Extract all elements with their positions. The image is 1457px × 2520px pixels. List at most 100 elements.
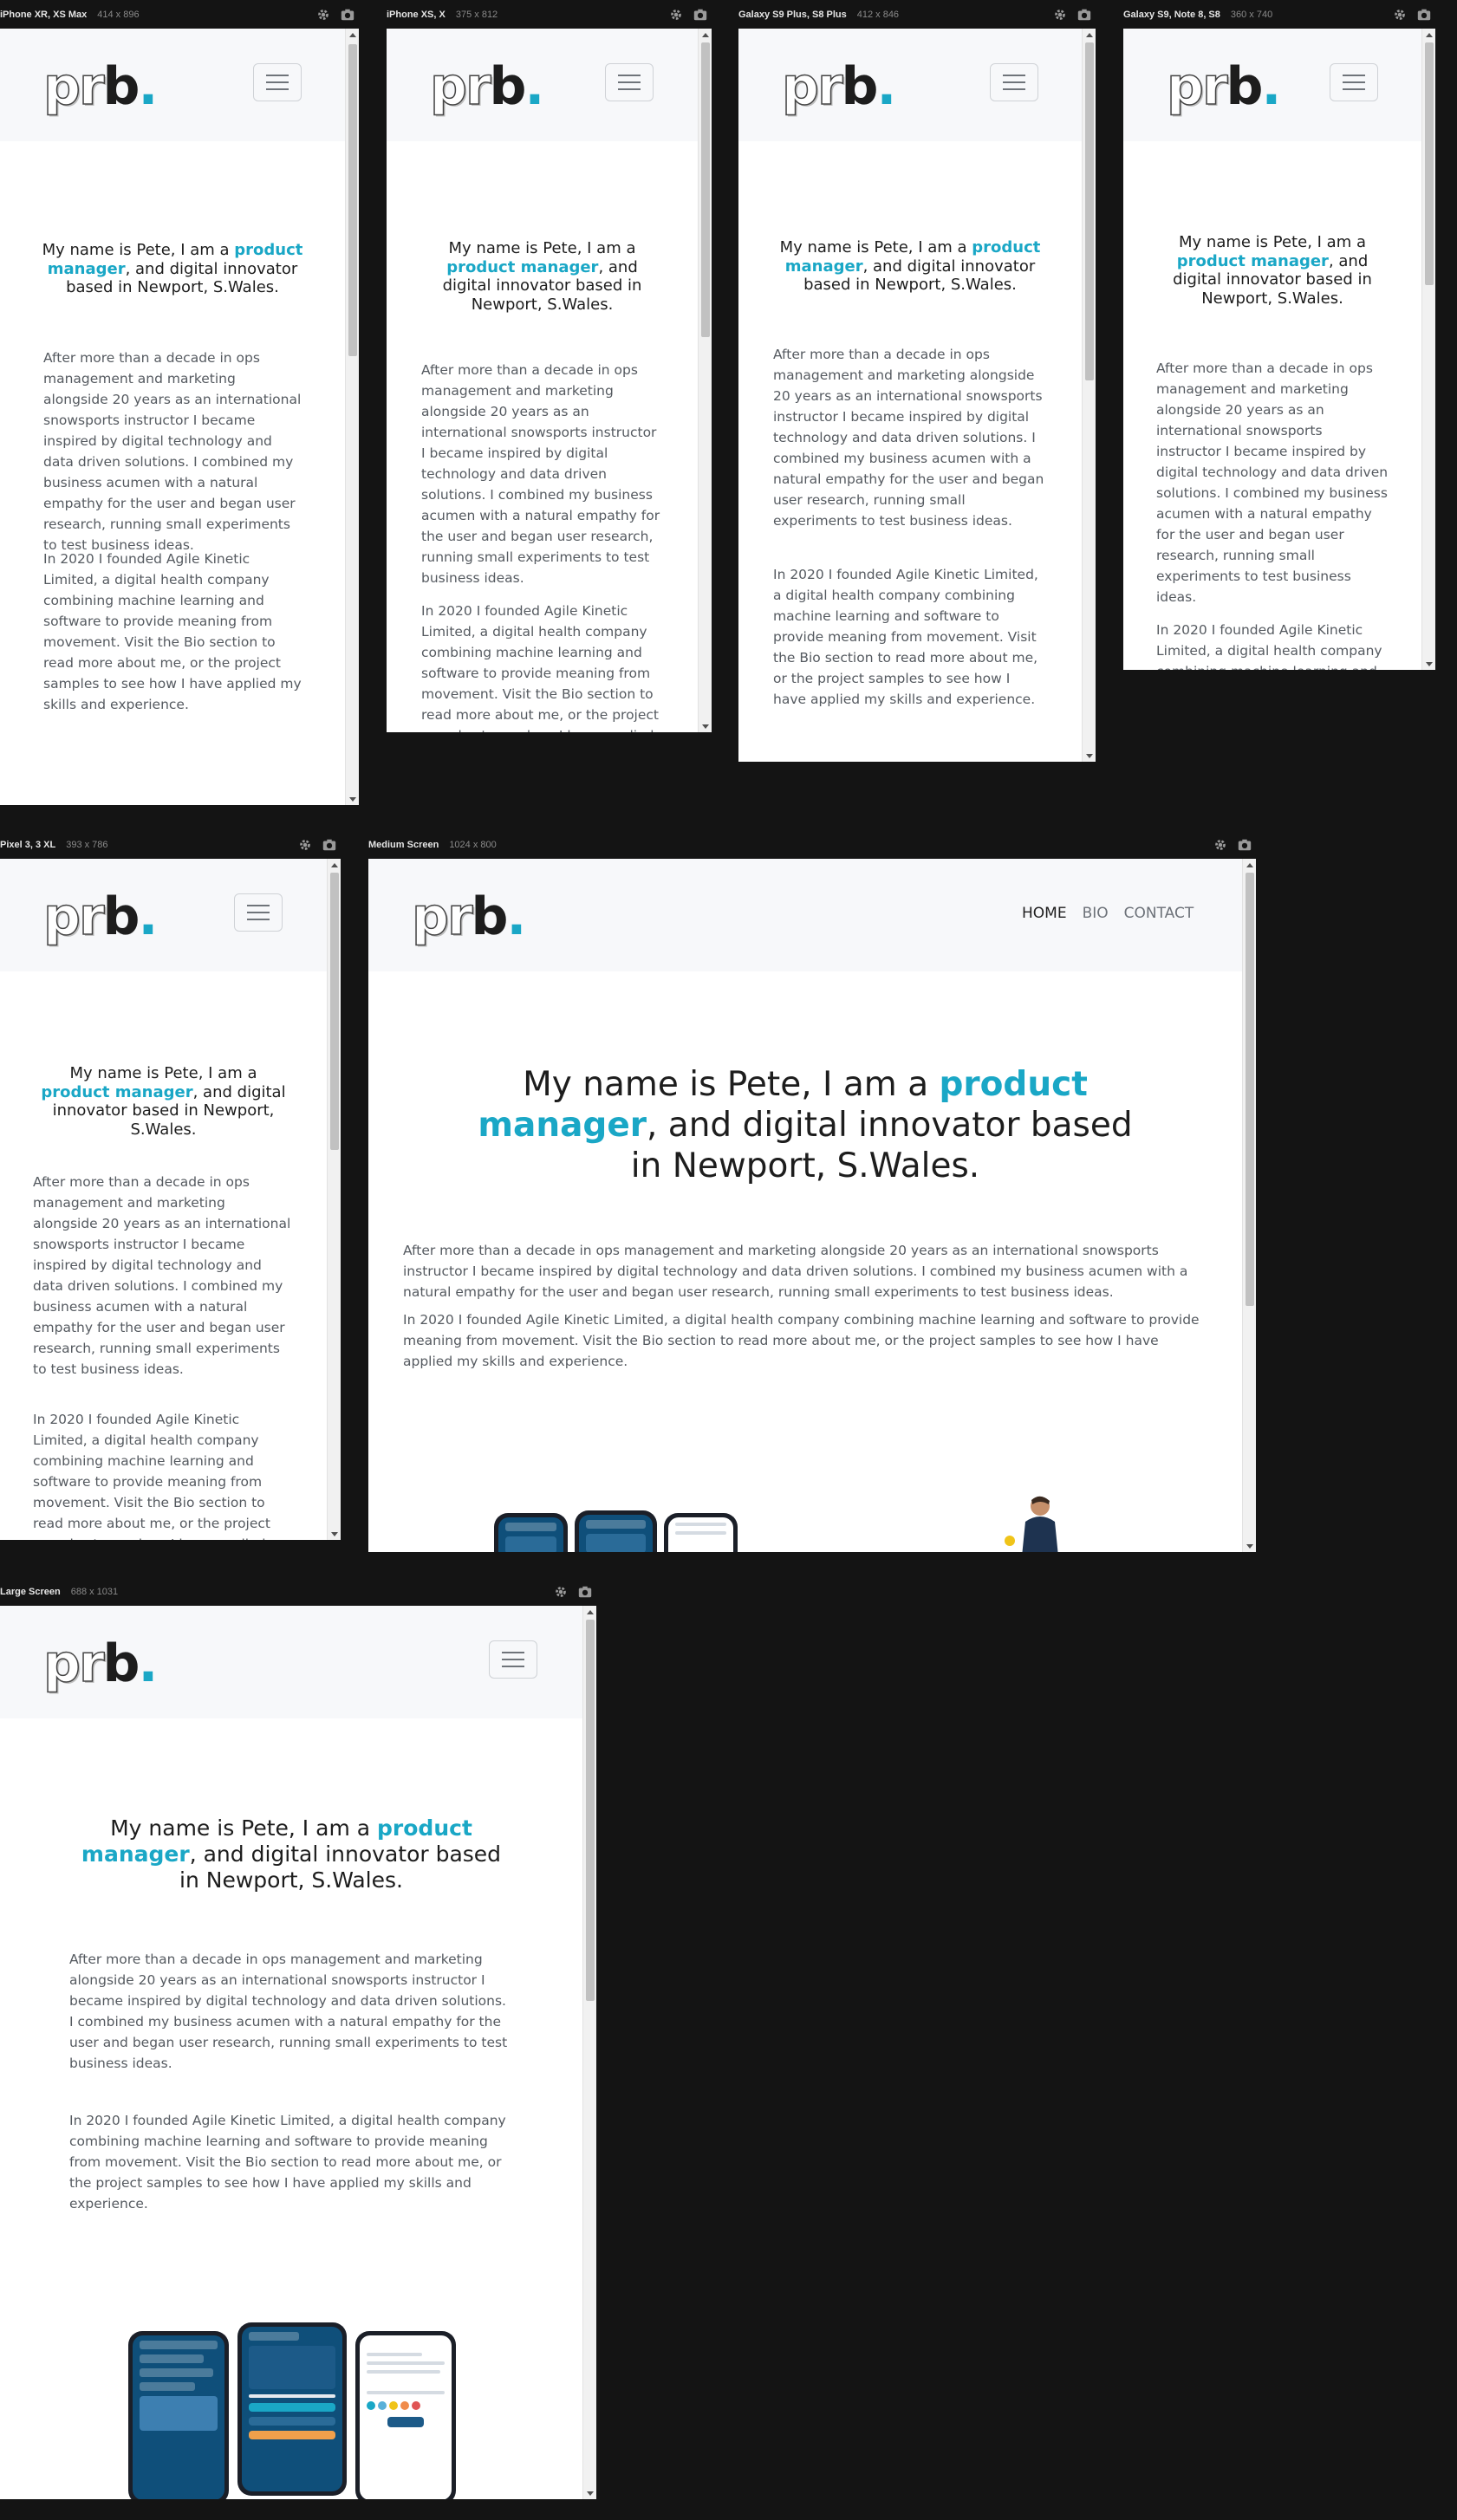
device-frame-medium-screen: Medium Screen 1024 x 800 prb. HOME BIO C… xyxy=(368,830,1256,1552)
gear-icon[interactable] xyxy=(1213,837,1228,853)
device-name: iPhone XR, XS Max xyxy=(0,9,88,20)
intro-paragraph-2: In 2020 I founded Agile Kinetic Limited,… xyxy=(421,603,659,732)
frame-header: Galaxy S9, Note 8, S8 360 x 740 xyxy=(1123,0,1435,29)
site-header: prb. xyxy=(0,1606,582,1718)
gear-icon[interactable] xyxy=(315,7,331,23)
site-logo[interactable]: prb. xyxy=(429,55,544,118)
intro-paragraph-2: In 2020 I founded Agile Kinetic Limited,… xyxy=(69,2113,506,2212)
device-frame-large-screen: Large Screen 688 x 1031 prb. My name is … xyxy=(0,1577,596,2499)
camera-icon[interactable] xyxy=(322,837,337,853)
nav-contact-link[interactable]: CONTACT xyxy=(1124,905,1194,922)
menu-toggle-button[interactable] xyxy=(605,63,654,101)
gear-icon[interactable] xyxy=(297,837,313,853)
device-name: Medium Screen xyxy=(368,839,439,850)
scrollbar[interactable] xyxy=(698,29,712,732)
menu-toggle-button[interactable] xyxy=(234,893,283,932)
gear-icon[interactable] xyxy=(668,7,684,23)
camera-icon[interactable] xyxy=(340,7,355,23)
hero-headline: My name is Pete, I am a product manager,… xyxy=(1173,233,1372,308)
device-size: 393 x 786 xyxy=(66,839,108,850)
gear-icon[interactable] xyxy=(553,1584,569,1600)
nav-home-link[interactable]: HOME xyxy=(1022,905,1067,922)
gear-icon[interactable] xyxy=(1392,7,1408,23)
intro-paragraph-2: In 2020 I founded Agile Kinetic Limited,… xyxy=(33,1412,291,1540)
intro-paragraph-1: After more than a decade in ops manageme… xyxy=(69,1952,508,2072)
phone-mockup xyxy=(575,1510,657,1552)
app-screens-image xyxy=(494,1510,738,1552)
person-photo xyxy=(1001,1496,1070,1552)
camera-icon[interactable] xyxy=(1416,7,1432,23)
gear-icon[interactable] xyxy=(1052,7,1068,23)
scrollbar[interactable] xyxy=(582,1606,596,2499)
device-frame-iphone-xr: iPhone XR, XS Max 414 x 896 prprbb. My n… xyxy=(0,0,359,805)
phone-mockup xyxy=(664,1513,738,1552)
device-size: 412 x 846 xyxy=(856,9,900,20)
device-viewport: prb. My name is Pete, I am a product man… xyxy=(1123,29,1435,670)
hero-headline: My name is Pete, I am a product manager,… xyxy=(41,1064,286,1139)
hero-headline: My name is Pete, I am a product manager,… xyxy=(478,1065,1133,1185)
camera-icon[interactable] xyxy=(693,7,708,23)
device-name: Galaxy S9, Note 8, S8 xyxy=(1123,9,1220,20)
device-viewport: prb. My name is Pete, I am a product man… xyxy=(387,29,712,732)
device-viewport: prb. My name is Pete, I am a product man… xyxy=(0,859,341,1540)
camera-icon[interactable] xyxy=(1237,837,1252,853)
device-name: iPhone XS, X xyxy=(387,9,446,20)
hero-headline: My name is Pete, I am a product manager,… xyxy=(42,241,303,297)
frame-header: Medium Screen 1024 x 800 xyxy=(368,830,1256,859)
scrollbar[interactable] xyxy=(1082,29,1096,762)
device-size: 414 x 896 xyxy=(97,9,140,20)
device-frame-iphone-xs: iPhone XS, X 375 x 812 prb. My name is P… xyxy=(387,0,712,732)
intro-paragraph-2: In 2020 I founded Agile Kinetic Limited,… xyxy=(43,551,302,713)
device-viewport: prb. HOME BIO CONTACT My name is Pete, I… xyxy=(368,859,1256,1552)
intro-paragraph-1: After more than a decade in ops manageme… xyxy=(773,347,1044,529)
device-frame-galaxy-s9: Galaxy S9, Note 8, S8 360 x 740 prb. My … xyxy=(1123,0,1435,670)
device-name: Large Screen xyxy=(0,1586,61,1597)
hero-headline: My name is Pete, I am a product manager,… xyxy=(779,238,1041,295)
site-page: prb. My name is Pete, I am a product man… xyxy=(738,29,1082,762)
site-logo[interactable]: prprbb. xyxy=(42,55,158,118)
device-viewport: prb. My name is Pete, I am a product man… xyxy=(0,1606,596,2499)
site-page: prb. My name is Pete, I am a product man… xyxy=(0,859,327,1540)
device-size: 375 x 812 xyxy=(455,9,498,20)
phone-mockup xyxy=(494,1513,568,1552)
camera-icon[interactable] xyxy=(577,1584,593,1600)
device-size: 360 x 740 xyxy=(1230,9,1273,20)
device-size: 1024 x 800 xyxy=(449,839,497,850)
site-page: prb. HOME BIO CONTACT My name is Pete, I… xyxy=(368,859,1242,1552)
scrollbar[interactable] xyxy=(1242,859,1256,1552)
site-logo[interactable]: prb. xyxy=(42,886,158,948)
intro-paragraph-1: After more than a decade in ops manageme… xyxy=(403,1243,1188,1301)
device-frame-pixel-3: Pixel 3, 3 XL 393 x 786 prb. My name is … xyxy=(0,830,341,1540)
frame-header: iPhone XS, X 375 x 812 xyxy=(387,0,712,29)
scrollbar[interactable] xyxy=(345,29,359,805)
site-logo[interactable]: prb. xyxy=(42,1633,158,1695)
menu-toggle-button[interactable] xyxy=(1330,63,1378,101)
site-logo[interactable]: prb. xyxy=(781,55,896,118)
site-page: prb. My name is Pete, I am a product man… xyxy=(1123,29,1421,670)
device-frame-galaxy-s9-plus: Galaxy S9 Plus, S8 Plus 412 x 846 prb. M… xyxy=(738,0,1096,762)
site-page: prb. My name is Pete, I am a product man… xyxy=(0,1606,582,2499)
site-page: prb. My name is Pete, I am a product man… xyxy=(387,29,698,732)
scrollbar[interactable] xyxy=(327,859,341,1540)
hero-headline: My name is Pete, I am a product manager,… xyxy=(81,1815,502,1893)
frame-header: iPhone XR, XS Max 414 x 896 xyxy=(0,0,359,29)
intro-paragraph-2: In 2020 I founded Agile Kinetic Limited,… xyxy=(403,1312,1200,1370)
menu-toggle-button[interactable] xyxy=(489,1640,537,1679)
intro-paragraph-1: After more than a decade in ops manageme… xyxy=(33,1174,291,1378)
intro-paragraph-1: After more than a decade in ops manageme… xyxy=(43,350,302,554)
site-logo[interactable]: prb. xyxy=(1166,55,1281,118)
camera-icon[interactable] xyxy=(1076,7,1092,23)
device-size: 688 x 1031 xyxy=(70,1586,119,1597)
menu-toggle-button[interactable] xyxy=(253,63,302,101)
nav-bio-link[interactable]: BIO xyxy=(1083,905,1109,922)
phone-mockup xyxy=(128,2331,229,2499)
site-header: prb. xyxy=(387,29,698,141)
site-logo[interactable]: prb. xyxy=(411,886,526,948)
intro-paragraph-2: In 2020 I founded Agile Kinetic Limited,… xyxy=(1156,622,1382,670)
site-header: prb. xyxy=(1123,29,1421,141)
frame-header: Pixel 3, 3 XL 393 x 786 xyxy=(0,830,341,859)
scrollbar[interactable] xyxy=(1421,29,1435,670)
site-page: prprbb. My name is Pete, I am a product … xyxy=(0,29,345,805)
frame-header: Large Screen 688 x 1031 xyxy=(0,1577,596,1606)
menu-toggle-button[interactable] xyxy=(990,63,1038,101)
